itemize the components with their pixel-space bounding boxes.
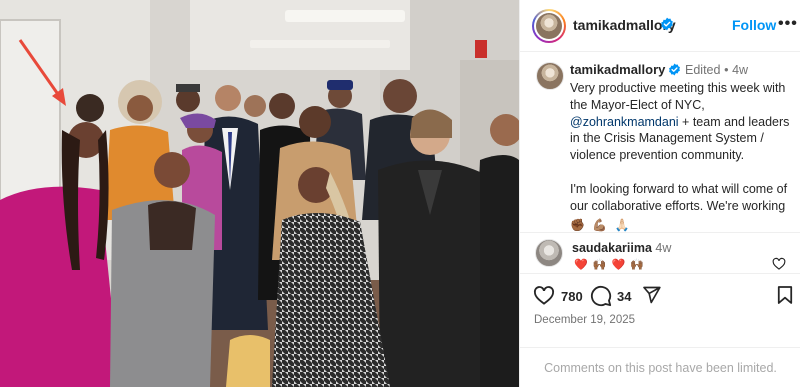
comment-text: ❤️ 🙌🏾 ❤️ 🙌🏾 — [574, 259, 645, 271]
post-date[interactable]: December 19, 2025 — [534, 314, 635, 326]
commenter-avatar[interactable] — [535, 239, 563, 267]
edited-label: Edited — [685, 63, 721, 77]
post-header: tamikadmallory Follow ••• — [520, 0, 800, 52]
story-avatar[interactable] — [532, 9, 566, 43]
post-photo[interactable] — [0, 0, 519, 387]
share-icon[interactable] — [641, 285, 662, 305]
caption-header: tamikadmallory Edited • 4w — [570, 62, 748, 77]
post-side-panel: tamikadmallory Follow ••• tamikadmallory… — [519, 0, 800, 387]
save-bookmark-icon[interactable] — [777, 285, 793, 305]
comments-limited-notice: Comments on this post have been limited. — [520, 347, 800, 387]
caption-text: Very productive meeting this week with t… — [570, 80, 796, 232]
comment-like-icon[interactable] — [772, 257, 786, 270]
caption-username[interactable]: tamikadmallory — [570, 62, 665, 77]
caption-emojis: ✊🏾 💪🏽 🙏🏻 — [570, 217, 632, 232]
follow-button[interactable]: Follow — [732, 17, 776, 33]
comment-row: saudakariima 4w ❤️ 🙌🏾 ❤️ 🙌🏾 — [520, 232, 800, 272]
verified-badge-icon — [661, 17, 673, 31]
meta-separator: • — [724, 63, 729, 77]
commenter-username[interactable]: saudakariima — [572, 241, 652, 255]
comment-count[interactable]: 34 — [617, 289, 631, 304]
comment-icon[interactable] — [590, 285, 612, 307]
caption-line-2: I'm looking forward to what will come of… — [570, 181, 788, 213]
action-bar: 780 34 December 19, 2025 — [520, 273, 800, 333]
avatar — [536, 13, 562, 39]
caption-line-1a: Very productive meeting this week with t… — [570, 81, 786, 112]
caption-section: tamikadmallory Edited • 4w Very producti… — [520, 52, 800, 232]
comment-time[interactable]: 4w — [655, 241, 671, 255]
verified-badge-icon — [669, 63, 681, 76]
mention-link[interactable]: @zohrankmamdani — [570, 115, 679, 129]
caption-time[interactable]: 4w — [732, 63, 748, 77]
group-photo-illustration — [0, 0, 519, 387]
caption-avatar[interactable] — [536, 62, 564, 90]
more-options-button[interactable]: ••• — [778, 15, 798, 33]
like-icon[interactable] — [533, 285, 555, 305]
like-count[interactable]: 780 — [561, 289, 583, 304]
